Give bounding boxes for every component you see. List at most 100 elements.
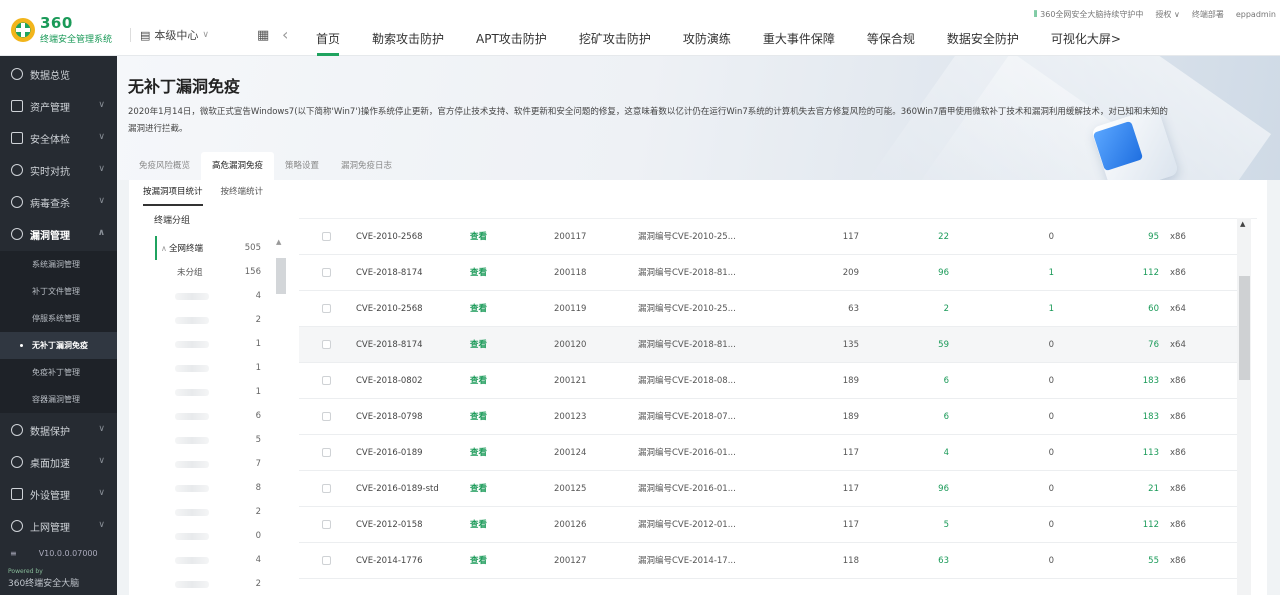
view-link[interactable]: 查看 [470,219,487,255]
view-link[interactable]: 查看 [470,291,487,327]
subtab-by-terminal[interactable]: 按终端统计 [221,180,264,208]
sidebar-item-data-protect[interactable]: 数据保护 ∨ [0,414,117,446]
group-item[interactable]: 0 [155,524,273,548]
group-item[interactable]: ∧ 全网终端 505 [155,236,273,260]
group-item[interactable]: 2 [155,308,273,332]
group-item[interactable]: 未分组 156 [155,260,273,284]
sidebar-item-virus[interactable]: 病毒查杀 ∨ [0,186,117,218]
group-scrollbar[interactable]: ▲ [273,236,287,595]
table-row[interactable]: CVE-2016-0189-std 查看 200125 漏洞编号CVE-2016-01… [299,471,1237,507]
row-checkbox[interactable] [322,376,331,385]
group-item[interactable]: 5 [155,428,273,452]
row-checkbox[interactable] [322,268,331,277]
sidebar-item-desktop-accel[interactable]: 桌面加速 ∨ [0,446,117,478]
arch-cell: x86 [1170,520,1186,530]
group-item[interactable]: 4 [155,284,273,308]
table-row[interactable]: CVE-2018-8174 查看 200120 漏洞编号CVE-2018-81... 1… [299,327,1237,363]
sidebar-sub-system-vuln[interactable]: 系统漏洞管理 [0,251,117,278]
view-link[interactable]: 查看 [470,399,487,435]
view-link[interactable]: 查看 [470,471,487,507]
sidebar-item-realtime[interactable]: 实时对抗 ∨ [0,154,117,186]
row-checkbox[interactable] [322,412,331,421]
nav-item-drill[interactable]: 攻防演练 [667,0,747,56]
row-checkbox[interactable] [322,484,331,493]
top-bar: 360 终端安全管理系统 ▤ 本级中心 ∨ ▦ ‹ 首页 勒索攻击防护 APT攻… [0,0,1280,56]
sidebar-item-checkup[interactable]: 安全体检 ∨ [0,122,117,154]
nav-item-data-security[interactable]: 数据安全防护 [931,0,1035,56]
row-checkbox[interactable] [322,448,331,457]
deploy-link[interactable]: 终端部署 [1192,9,1224,20]
logo[interactable]: 360 终端安全管理系统 [10,6,122,50]
sidebar-item-assets[interactable]: 资产管理 ∨ [0,90,117,122]
group-item[interactable]: 8 [155,476,273,500]
table-row[interactable]: CVE-2010-2568 查看 200119 漏洞编号CVE-2010-25... 6… [299,291,1237,327]
center-select[interactable]: ▤ 本级中心 ∨ [140,27,209,43]
chevron-up-icon[interactable]: ∧ [161,244,167,253]
scrollbar-thumb[interactable] [276,258,286,294]
sidebar-sub-unpatched-immunity[interactable]: 无补丁漏洞免疫 [0,332,117,359]
sidebar-item-internet[interactable]: 上网管理 ∨ [0,510,117,542]
tab-policy-settings[interactable]: 策略设置 [274,152,330,180]
sidebar-sub-container-vuln[interactable]: 容器漏洞管理 [0,386,117,413]
sidebar-sub-immunity-patch[interactable]: 免疫补丁管理 [0,359,117,386]
table-scrollbar[interactable]: ▲ [1237,218,1251,595]
group-item[interactable]: 4 [155,548,273,572]
menu-collapse-icon[interactable]: ≡ [10,549,17,558]
sidebar-item-overview[interactable]: 数据总览 [0,58,117,90]
nav-item-mining[interactable]: 挖矿攻击防护 [563,0,667,56]
table-row[interactable]: CVE-2018-0798 查看 200123 漏洞编号CVE-2018-07... 1… [299,399,1237,435]
sidebar-sub-eol-systems[interactable]: 停服系统管理 [0,305,117,332]
immunized-count-cell: 6 [943,412,949,422]
arch-cell: x86 [1170,484,1186,494]
sidebar-sub-patch-files[interactable]: 补丁文件管理 [0,278,117,305]
table-row[interactable]: CVE-2016-0189 查看 200124 漏洞编号CVE-2016-01... 1… [299,435,1237,471]
group-item[interactable]: 6 [155,404,273,428]
nav-prev-icon[interactable]: ‹ [282,25,288,44]
row-checkbox[interactable] [322,520,331,529]
tab-risk-overview[interactable]: 免疫风险概览 [128,152,201,180]
group-item[interactable]: 7 [155,452,273,476]
app-grid-icon[interactable]: ▦ [257,28,269,43]
group-item[interactable]: 1 [155,356,273,380]
view-link[interactable]: 查看 [470,327,487,363]
subtab-by-vuln[interactable]: 按漏洞项目统计 [143,180,203,208]
sidebar-item-vulnerability[interactable]: 漏洞管理 ∧ [0,218,117,250]
sidebar-item-label: 实时对抗 [30,166,70,178]
nav-item-ransomware[interactable]: 勒索攻击防护 [356,0,460,56]
group-item[interactable]: 1 [155,332,273,356]
group-item[interactable]: 2 [155,500,273,524]
view-link[interactable]: 查看 [470,363,487,399]
table-row[interactable]: CVE-2010-2568 查看 200117 漏洞编号CVE-2010-25... 1… [299,219,1237,255]
content-panel: 按漏洞项目统计 按终端统计 终端分组 ∧ 全网终端 505 未分组 156 4 2 1 1 1 6 5… [129,180,1267,595]
group-item[interactable]: 1 [155,380,273,404]
group-item[interactable]: 2 [155,572,273,595]
nav-item-apt[interactable]: APT攻击防护 [460,0,563,56]
table-row[interactable]: CVE-2018-0802 查看 200121 漏洞编号CVE-2018-08... 1… [299,363,1237,399]
tab-high-risk-immunity[interactable]: 高危漏洞免疫 [201,152,275,180]
view-link[interactable]: 查看 [470,543,487,579]
nav-item-major-event[interactable]: 重大事件保障 [747,0,851,56]
scroll-up-icon[interactable]: ▲ [1240,220,1245,228]
table-row[interactable]: CVE-2014-1776 查看 200127 漏洞编号CVE-2014-17... 1… [299,543,1237,579]
description-cell: 漏洞编号CVE-2018-81... [638,268,736,278]
powered-brand: 360终端安全大脑 [8,579,80,589]
view-link[interactable]: 查看 [470,255,487,291]
table-row[interactable]: CVE-2012-0158 查看 200126 漏洞编号CVE-2012-01... 1… [299,507,1237,543]
view-link[interactable]: 查看 [470,507,487,543]
nav-next-icon[interactable]: > [1111,32,1121,46]
row-checkbox[interactable] [322,340,331,349]
nav-item-compliance[interactable]: 等保合规 [851,0,931,56]
tab-immunity-log[interactable]: 漏洞免疫日志 [330,152,403,180]
user-menu[interactable]: eppadmin [1236,10,1276,19]
view-link[interactable]: 查看 [470,435,487,471]
sidebar-item-peripheral[interactable]: 外设管理 ∨ [0,478,117,510]
scroll-up-icon[interactable]: ▲ [276,238,281,246]
license-menu[interactable]: 授权 ∨ [1155,9,1179,20]
table-row[interactable]: CVE-2018-8174 查看 200118 漏洞编号CVE-2018-81... 2… [299,255,1237,291]
row-checkbox[interactable] [322,556,331,565]
row-checkbox[interactable] [322,304,331,313]
scrollbar-thumb[interactable] [1239,276,1250,380]
row-checkbox[interactable] [322,232,331,241]
nav-item-home[interactable]: 首页 [300,0,356,56]
failed-count-cell: 0 [1048,520,1054,530]
